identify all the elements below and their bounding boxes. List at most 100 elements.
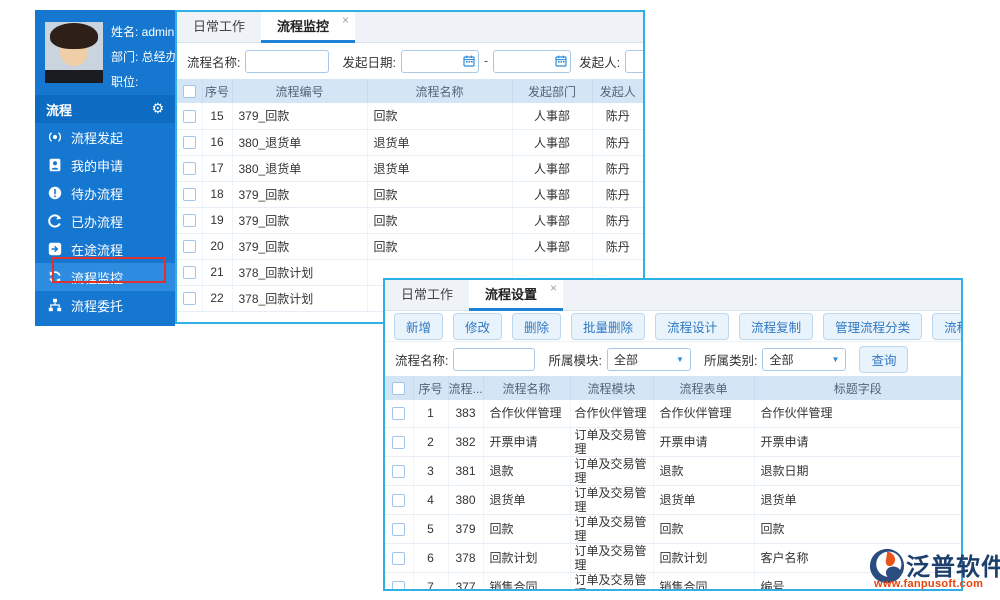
table-cell: 人事部 xyxy=(512,103,592,129)
row-checkbox[interactable] xyxy=(392,523,405,536)
table-cell: 人事部 xyxy=(512,233,592,259)
tab-daily-work[interactable]: 日常工作 xyxy=(385,280,469,310)
table-cell: 退货单 xyxy=(367,129,512,155)
table-cell: 陈丹 xyxy=(592,207,643,233)
row-checkbox[interactable] xyxy=(392,494,405,507)
table-cell: 销售合同 xyxy=(483,572,570,591)
checkbox-cell xyxy=(177,207,202,233)
gear-icon[interactable]: ⚙ xyxy=(151,101,164,117)
process-name-label: 流程名称: xyxy=(187,52,240,71)
row-checkbox[interactable] xyxy=(392,465,405,478)
table-row[interactable]: 4380退货单订单及交易管理退货单退货单 xyxy=(385,485,961,514)
table-cell: 378 xyxy=(448,543,483,572)
avatar xyxy=(45,22,103,83)
table-row[interactable]: 17380_退货单退货单人事部陈丹 xyxy=(177,155,643,181)
process-name-input[interactable] xyxy=(453,348,535,371)
row-checkbox[interactable] xyxy=(183,162,196,175)
table-cell: 订单及交易管理 xyxy=(570,485,653,514)
table-row[interactable]: 1383合作伙伴管理合作伙伴管理合作伙伴管理合作伙伴管理 xyxy=(385,400,961,427)
table-cell: 378_回款计划 xyxy=(232,259,367,285)
process-timeout-alert-button[interactable]: 流程超时提示 xyxy=(932,313,963,340)
batch-delete-button[interactable]: 批量删除 xyxy=(571,313,645,340)
broadcast-icon xyxy=(48,130,62,144)
checkbox-cell xyxy=(177,155,202,181)
checkbox-cell xyxy=(385,572,413,591)
table-cell: 380_退货单 xyxy=(232,129,367,155)
table-cell: 订单及交易管理 xyxy=(570,456,653,485)
delete-button[interactable]: 删除 xyxy=(512,313,561,340)
table-cell: 退货单 xyxy=(483,485,570,514)
table-row[interactable]: 20379_回款回款人事部陈丹 xyxy=(177,233,643,259)
table-cell: 17 xyxy=(202,155,232,181)
close-icon[interactable]: × xyxy=(342,14,349,27)
tab-daily-work[interactable]: 日常工作 xyxy=(177,12,261,42)
column-header: 流程模块 xyxy=(570,376,653,400)
table-cell: 379_回款 xyxy=(232,207,367,233)
process-design-button[interactable]: 流程设计 xyxy=(655,313,729,340)
category-select[interactable]: 全部 ▼ xyxy=(762,348,846,371)
row-checkbox[interactable] xyxy=(183,214,196,227)
close-icon[interactable]: × xyxy=(550,282,557,295)
table-cell: 合作伙伴管理 xyxy=(754,400,961,427)
table-row[interactable]: 2382开票申请订单及交易管理开票申请开票申请 xyxy=(385,427,961,456)
monitor-icon xyxy=(48,270,62,284)
table-cell: 379_回款 xyxy=(232,103,367,129)
checkbox-cell xyxy=(177,233,202,259)
table-cell: 19 xyxy=(202,207,232,233)
table-cell: 回款 xyxy=(367,103,512,129)
tab-process-settings[interactable]: 流程设置× xyxy=(469,280,563,310)
row-checkbox[interactable] xyxy=(183,292,196,305)
sidebar-item-process-initiate[interactable]: 流程发起 xyxy=(35,123,175,151)
sidebar-item-in-transit-processes[interactable]: 在途流程 xyxy=(35,235,175,263)
row-checkbox[interactable] xyxy=(392,581,405,591)
modify-button[interactable]: 修改 xyxy=(453,313,502,340)
select-all-checkbox[interactable] xyxy=(183,85,196,98)
manage-process-category-button[interactable]: 管理流程分类 xyxy=(823,313,922,340)
sidebar-item-my-applications[interactable]: 我的申请 xyxy=(35,151,175,179)
process-name-input[interactable] xyxy=(245,50,329,73)
table-cell: 回款 xyxy=(367,233,512,259)
module-label: 所属模块: xyxy=(548,350,601,369)
table-cell: 21 xyxy=(202,259,232,285)
sidebar-item-process-delegate[interactable]: 流程委托 xyxy=(35,291,175,319)
date-to-input[interactable] xyxy=(493,50,571,73)
row-checkbox[interactable] xyxy=(183,240,196,253)
tab-process-monitor[interactable]: 流程监控× xyxy=(261,12,355,42)
process-copy-button[interactable]: 流程复制 xyxy=(739,313,813,340)
sidebar-item-pending-processes[interactable]: 待办流程 xyxy=(35,179,175,207)
table-row[interactable]: 3381退款订单及交易管理退款退款日期 xyxy=(385,456,961,485)
table-row[interactable]: 5379回款订单及交易管理回款回款 xyxy=(385,514,961,543)
add-button[interactable]: 新增 xyxy=(394,313,443,340)
table-row[interactable]: 16380_退货单退货单人事部陈丹 xyxy=(177,129,643,155)
initiator-input[interactable] xyxy=(625,50,645,73)
table-cell: 回款 xyxy=(367,207,512,233)
table-row[interactable]: 15379_回款回款人事部陈丹 xyxy=(177,103,643,129)
fanpu-logo: 泛普软件 www.fanpusoft.com xyxy=(869,547,1000,595)
table-row[interactable]: 19379_回款回款人事部陈丹 xyxy=(177,207,643,233)
row-checkbox[interactable] xyxy=(183,110,196,123)
table-cell: 1 xyxy=(413,400,448,427)
row-checkbox[interactable] xyxy=(392,436,405,449)
row-checkbox[interactable] xyxy=(183,266,196,279)
profile-department: 部门: 总经办 xyxy=(111,45,178,70)
search-button[interactable]: 查询 xyxy=(859,346,908,373)
column-header: 流程名称 xyxy=(483,376,570,400)
date-from-input[interactable] xyxy=(401,50,479,73)
row-checkbox[interactable] xyxy=(183,136,196,149)
table-row[interactable]: 18379_回款回款人事部陈丹 xyxy=(177,181,643,207)
sidebar-item-completed-processes[interactable]: 已办流程 xyxy=(35,207,175,235)
date-range-separator: - xyxy=(484,54,488,68)
row-checkbox[interactable] xyxy=(392,407,405,420)
sidebar-item-process-monitor[interactable]: 流程监控 xyxy=(35,263,175,291)
row-checkbox[interactable] xyxy=(392,552,405,565)
checkbox-cell xyxy=(385,427,413,456)
table-cell: 合作伙伴管理 xyxy=(483,400,570,427)
select-all-checkbox[interactable] xyxy=(392,382,405,395)
application-icon xyxy=(48,158,62,172)
module-select[interactable]: 全部 ▼ xyxy=(607,348,691,371)
row-checkbox[interactable] xyxy=(183,188,196,201)
sidebar-item-label: 已办流程 xyxy=(71,212,123,231)
settings-toolbar: 新增修改删除批量删除流程设计流程复制管理流程分类流程超时提示 xyxy=(385,311,961,342)
table-cell: 陈丹 xyxy=(592,155,643,181)
sidebar-item-label: 流程委托 xyxy=(71,296,123,315)
